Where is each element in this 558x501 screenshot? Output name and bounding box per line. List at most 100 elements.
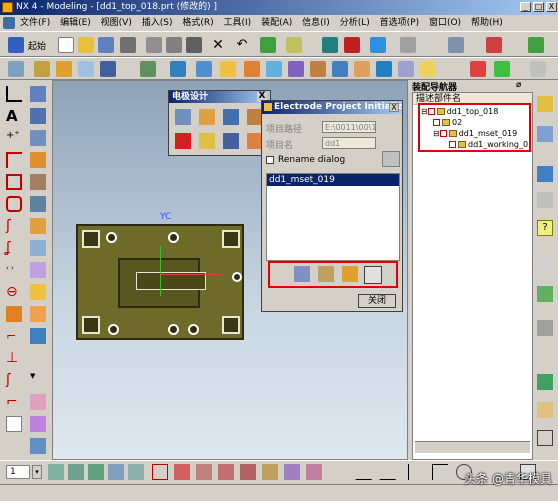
system-tab-icon[interactable] <box>537 374 553 390</box>
delete-icon[interactable]: ✕ <box>210 37 226 53</box>
bom-icon[interactable] <box>470 61 486 77</box>
filter-icon[interactable] <box>88 464 104 480</box>
analysis-icon[interactable] <box>486 37 502 53</box>
extrude-icon[interactable] <box>34 61 50 77</box>
layer-dropdown-icon[interactable]: ▾ <box>32 465 42 479</box>
select-filter-icon[interactable] <box>286 37 302 53</box>
perpendicular-icon[interactable] <box>432 464 448 480</box>
drawing-icon[interactable] <box>494 61 510 77</box>
close-button[interactable]: X <box>546 2 557 12</box>
layer-icon[interactable] <box>448 37 464 53</box>
text-icon[interactable]: A <box>6 108 22 124</box>
fillet-curve-icon[interactable] <box>30 284 46 300</box>
project-curve-icon[interactable] <box>30 174 46 190</box>
work-layer-input[interactable]: 1 <box>6 465 30 479</box>
point-set-icon[interactable]: +⁺ <box>6 130 22 146</box>
helix-icon[interactable]: ʆ <box>6 240 22 256</box>
render-style-icon[interactable] <box>370 37 386 53</box>
gate-icon[interactable] <box>420 61 436 77</box>
edit-component-icon[interactable] <box>318 266 334 282</box>
project-init-close[interactable]: X <box>389 103 399 112</box>
line-tool-icon[interactable] <box>355 464 381 480</box>
select-icon[interactable] <box>48 464 64 480</box>
boolean-icon[interactable] <box>170 61 186 77</box>
electrode-bom-icon[interactable] <box>223 133 239 149</box>
snap-icon[interactable] <box>68 464 84 480</box>
menu-analysis[interactable]: 分析(L) <box>340 18 370 28</box>
reuse-library-tab-icon[interactable] <box>537 402 553 418</box>
line-icon[interactable] <box>6 86 22 102</box>
measure-icon[interactable] <box>30 438 46 454</box>
corner-icon[interactable] <box>6 152 22 168</box>
horizontal-scrollbar[interactable] <box>415 441 530 453</box>
project-path-input[interactable]: E:\0011\00\112 <box>322 121 376 133</box>
project-list[interactable]: dd1_mset_019 <box>266 173 400 261</box>
electrode-design-icon[interactable] <box>223 109 239 125</box>
trim-icon[interactable] <box>196 61 212 77</box>
hide-show-icon[interactable] <box>344 37 360 53</box>
sketch-curve-icon[interactable] <box>30 108 46 124</box>
layout-tab-icon[interactable] <box>537 430 553 446</box>
roles-tab-icon[interactable] <box>537 320 553 336</box>
quadrant-snap-icon[interactable] <box>284 464 300 480</box>
polygon-icon[interactable] <box>6 196 22 212</box>
rectangle-icon[interactable] <box>6 174 22 190</box>
open-folder-icon[interactable] <box>78 37 94 53</box>
menu-preferences[interactable]: 首选项(P) <box>380 18 419 28</box>
fit-view-icon[interactable] <box>322 37 338 53</box>
maximize-button[interactable]: □ <box>533 2 544 12</box>
project-name-input[interactable]: dd1 <box>322 137 376 149</box>
web-browser-tab-icon[interactable] <box>537 192 553 208</box>
face-select-icon[interactable] <box>128 464 144 480</box>
assembly-navigator-tab-icon[interactable] <box>537 96 553 112</box>
ref-icon[interactable] <box>6 416 22 432</box>
copy-component-icon[interactable] <box>342 266 358 282</box>
extract-curve-icon[interactable] <box>30 218 46 234</box>
midpoint-snap-icon[interactable] <box>196 464 212 480</box>
existing-point-snap-icon[interactable] <box>306 464 322 480</box>
menu-view[interactable]: 视图(V) <box>101 18 132 28</box>
line-tool-2-icon[interactable] <box>379 464 405 480</box>
delete-component-icon[interactable] <box>364 266 382 284</box>
standard-part-icon[interactable] <box>332 61 348 77</box>
save-icon[interactable] <box>98 37 114 53</box>
pattern-curve-icon[interactable] <box>30 416 46 432</box>
cut-icon[interactable] <box>146 37 162 53</box>
curve-length-icon[interactable]: ⌐ <box>6 394 22 410</box>
project-init-icon[interactable] <box>175 109 191 125</box>
wcs-icon[interactable] <box>400 37 416 53</box>
insert-icon[interactable] <box>266 61 282 77</box>
more-options-icon[interactable]: ‹ › <box>6 264 22 280</box>
start-label[interactable]: 起始 <box>28 39 46 52</box>
list-item[interactable]: dd1_mset_019 <box>267 174 399 186</box>
minimize-button[interactable]: _ <box>520 2 531 12</box>
part-navigator-tab-icon[interactable] <box>537 126 553 142</box>
runner-icon[interactable] <box>398 61 414 77</box>
stretch-icon[interactable]: ʃ <box>6 372 22 388</box>
paste-icon[interactable] <box>186 37 202 53</box>
endpoint-snap-icon[interactable] <box>174 464 190 480</box>
point-snap-icon[interactable] <box>152 464 168 480</box>
menu-assemblies[interactable]: 装配(A) <box>261 18 292 28</box>
menu-tools[interactable]: 工具(I) <box>224 18 252 28</box>
add-component-icon[interactable] <box>294 266 310 282</box>
mold-base-model[interactable] <box>76 224 244 340</box>
start-icon[interactable] <box>8 37 24 53</box>
electrode-wizard-icon[interactable] <box>199 109 215 125</box>
electrode-check-icon[interactable] <box>175 133 191 149</box>
menu-insert[interactable]: 插入(S) <box>142 18 173 28</box>
history-tab-icon[interactable] <box>537 166 553 182</box>
menu-information[interactable]: 信息(I) <box>302 18 330 28</box>
center-snap-icon[interactable] <box>262 464 278 480</box>
edit-object-icon[interactable] <box>260 37 276 53</box>
rename-dialog-checkbox[interactable] <box>266 156 274 164</box>
control-point-snap-icon[interactable] <box>218 464 234 480</box>
copy-icon[interactable] <box>166 37 182 53</box>
vertical-line-icon[interactable] <box>408 464 424 480</box>
smooth-spline-icon[interactable] <box>30 394 46 410</box>
arc-icon[interactable]: ⊖ <box>6 284 22 300</box>
combine-curve-icon[interactable] <box>30 262 46 278</box>
mold-tool-icon[interactable] <box>220 61 236 77</box>
profile-icon[interactable] <box>30 86 46 102</box>
undo-icon[interactable]: ↶ <box>234 37 250 53</box>
